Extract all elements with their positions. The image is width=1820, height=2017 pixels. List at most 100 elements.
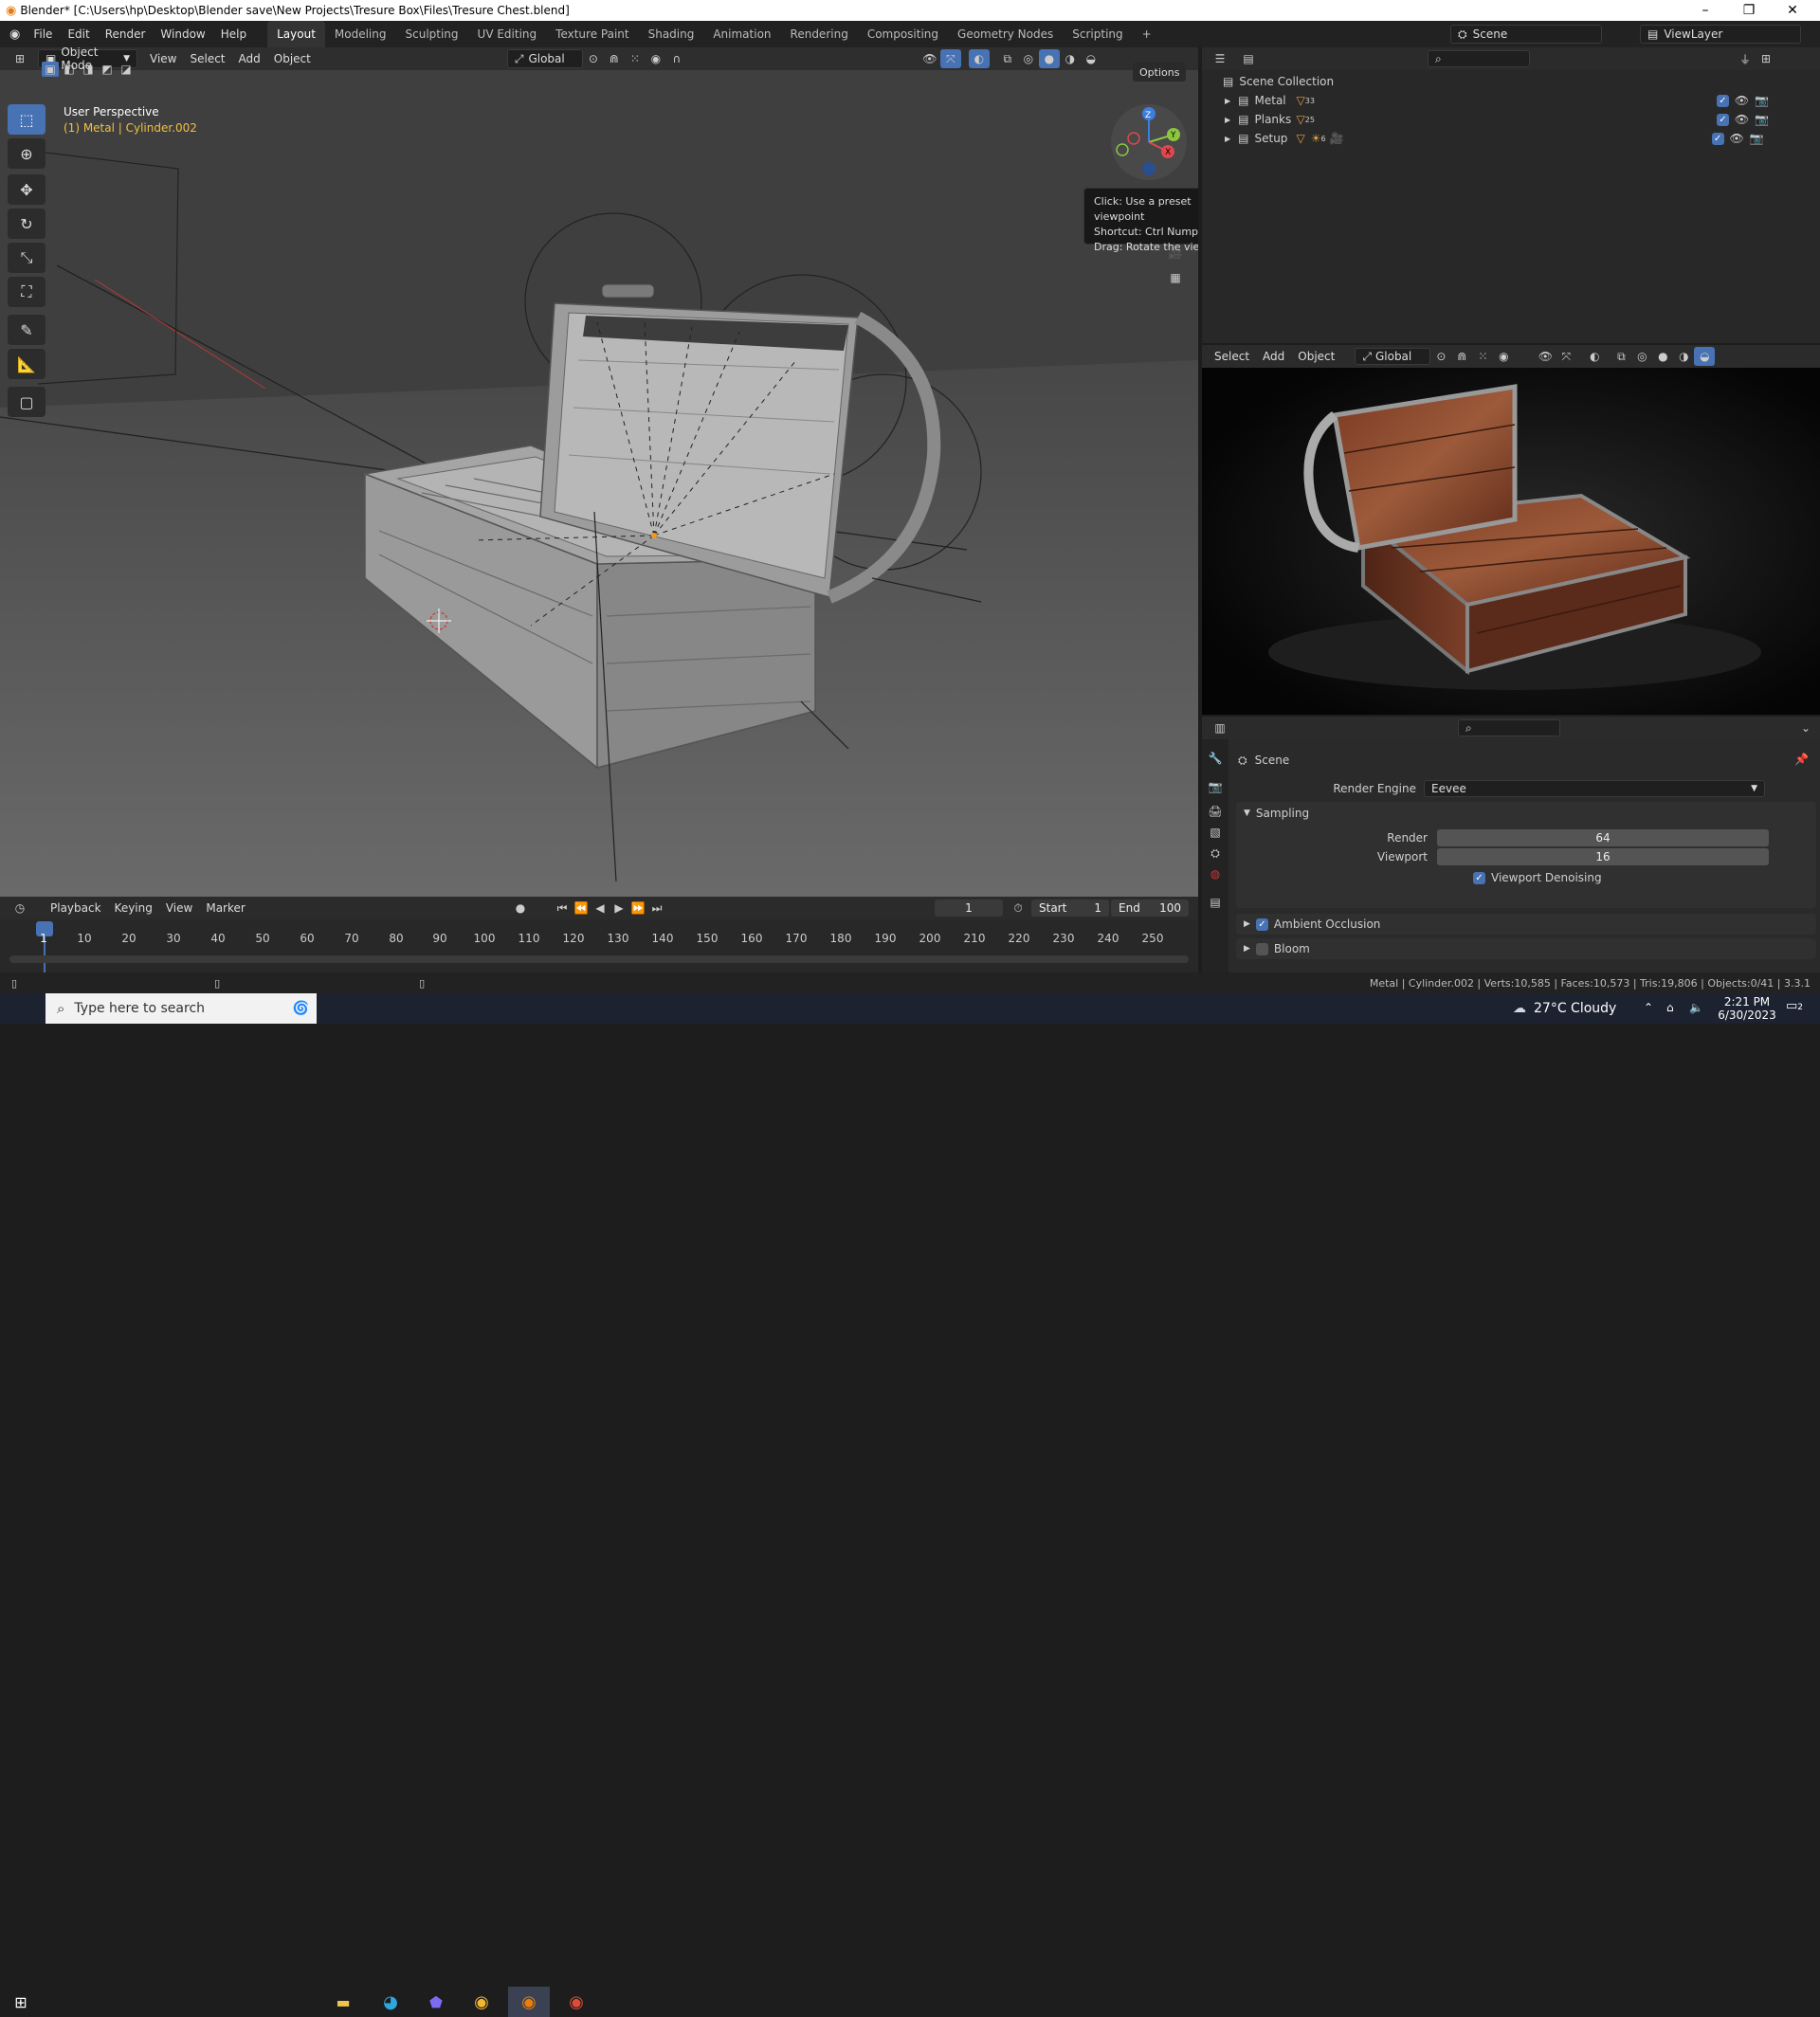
chrome-canary-button[interactable]: ◉ bbox=[461, 1987, 502, 2017]
move-tool[interactable]: ✥ bbox=[8, 174, 46, 205]
scene-tab-icon[interactable]: ⛭ bbox=[1205, 844, 1226, 863]
outliner-item-metal[interactable]: ▶ ▤ Metal ▽ 33 ✓ 👁 📷 bbox=[1202, 91, 1820, 110]
material-shading-icon[interactable]: ◑ bbox=[1060, 49, 1081, 68]
bloom-checkbox[interactable] bbox=[1255, 942, 1268, 955]
rendered-shading-icon[interactable]: ◒ bbox=[1081, 49, 1101, 68]
tab-scripting[interactable]: Scripting bbox=[1063, 21, 1132, 47]
filter-icon[interactable]: ⏚ bbox=[1735, 49, 1756, 68]
start-frame-field[interactable]: Start 1 bbox=[1031, 899, 1109, 917]
prev-keyframe-icon[interactable]: ⏪ bbox=[571, 899, 592, 918]
viewlayer-selector[interactable]: ▤ ViewLayer bbox=[1640, 25, 1801, 44]
outliner-item-planks[interactable]: ▶ ▤ Planks ▽ 25 ✓ 👁 📷 bbox=[1202, 110, 1820, 129]
tool-tab-icon[interactable]: 🔧 bbox=[1205, 749, 1226, 768]
overlay-toggle-icon[interactable]: ◐ bbox=[968, 49, 990, 68]
menu-view[interactable]: View bbox=[143, 49, 183, 68]
minimize-button[interactable]: – bbox=[1684, 0, 1727, 21]
material-shading-icon[interactable]: ◑ bbox=[1673, 347, 1694, 366]
pivot-icon[interactable]: ⊙ bbox=[583, 49, 604, 68]
end-frame-field[interactable]: End 100 bbox=[1111, 899, 1189, 917]
tab-layout[interactable]: Layout bbox=[267, 21, 325, 47]
snap-grid-icon[interactable]: ⁙ bbox=[1472, 347, 1493, 366]
view-layer-tab-icon[interactable]: ▧ bbox=[1205, 823, 1226, 842]
notifications-button[interactable]: ▭2 bbox=[1786, 999, 1803, 1013]
render-menu-object[interactable]: Object bbox=[1291, 347, 1341, 366]
wireframe-shading-icon[interactable]: ◎ bbox=[1018, 49, 1039, 68]
menu-select[interactable]: Select bbox=[183, 49, 231, 68]
current-frame-field[interactable]: 1 bbox=[935, 899, 1003, 917]
render-menu-select[interactable]: Select bbox=[1208, 347, 1256, 366]
gizmo-toggle-icon[interactable]: ⤧ bbox=[1556, 347, 1576, 366]
rotate-tool[interactable]: ↻ bbox=[8, 209, 46, 239]
bloom-panel[interactable]: ▶ Bloom bbox=[1236, 938, 1816, 959]
auto-key-icon[interactable]: ● bbox=[510, 899, 531, 918]
menu-marker[interactable]: Marker bbox=[199, 899, 251, 918]
blender-taskbar-button[interactable]: ◉ bbox=[508, 1987, 550, 2017]
measure-tool[interactable]: 📐 bbox=[8, 349, 46, 379]
tab-modeling[interactable]: Modeling bbox=[325, 21, 396, 47]
menu-render[interactable]: Render bbox=[98, 27, 154, 41]
xray-icon[interactable]: ⧉ bbox=[1611, 347, 1631, 366]
play-icon[interactable]: ▶ bbox=[609, 899, 629, 918]
pin-icon[interactable]: 📌 bbox=[1794, 753, 1809, 766]
render-menu-add[interactable]: Add bbox=[1256, 347, 1291, 366]
eye-icon[interactable]: 👁 bbox=[1735, 113, 1749, 126]
properties-options-icon[interactable]: ⌄ bbox=[1795, 718, 1816, 737]
falloff-icon[interactable]: ∩ bbox=[666, 49, 687, 68]
snap-icon[interactable]: ⋒ bbox=[604, 49, 625, 68]
proportional-icon[interactable]: ◉ bbox=[646, 49, 666, 68]
ortho-toggle-icon[interactable]: ▦ bbox=[1165, 268, 1186, 287]
timeline-scrollbar[interactable] bbox=[9, 955, 1189, 963]
properties-search-input[interactable]: ⌕ bbox=[1458, 719, 1560, 736]
menu-keying[interactable]: Keying bbox=[108, 899, 159, 918]
exclude-checkbox[interactable]: ✓ bbox=[1716, 113, 1729, 126]
app-button[interactable]: ⬟ bbox=[415, 1987, 457, 2017]
eye-icon[interactable]: 👁 bbox=[1735, 94, 1749, 107]
weather-widget[interactable]: ☁ 27°C Cloudy bbox=[1513, 993, 1616, 1024]
tab-uv-editing[interactable]: UV Editing bbox=[468, 21, 547, 47]
network-icon[interactable]: ⌂ bbox=[1666, 1001, 1674, 1014]
visibility-icon[interactable]: 👁 bbox=[919, 49, 940, 68]
pivot-icon[interactable]: ⊙ bbox=[1430, 347, 1451, 366]
wireframe-shading-icon[interactable]: ◎ bbox=[1631, 347, 1652, 366]
render-orientation-dropdown[interactable]: ⤢ Global bbox=[1355, 348, 1431, 365]
camera-icon[interactable]: 📷 bbox=[1750, 132, 1764, 145]
menu-add[interactable]: Add bbox=[232, 49, 267, 68]
camera-icon[interactable]: 📷 bbox=[1755, 113, 1769, 126]
snap-icon[interactable]: ⋒ bbox=[1451, 347, 1472, 366]
eye-icon[interactable]: 👁 bbox=[1730, 132, 1744, 145]
visibility-icon[interactable]: 👁 bbox=[1535, 347, 1556, 366]
tab-sculpting[interactable]: Sculpting bbox=[396, 21, 468, 47]
file-explorer-button[interactable]: ▬ bbox=[322, 1987, 364, 2017]
snap-grid-icon[interactable]: ⁙ bbox=[625, 49, 646, 68]
solid-shading-icon[interactable]: ● bbox=[1652, 347, 1673, 366]
overlay-toggle-icon[interactable]: ◐ bbox=[1584, 347, 1605, 366]
annotate-tool[interactable]: ✎ bbox=[8, 315, 46, 345]
tab-texture-paint[interactable]: Texture Paint bbox=[546, 21, 638, 47]
orientation-dropdown[interactable]: ⤢ Global bbox=[506, 49, 583, 68]
world-tab-icon[interactable]: ◍ bbox=[1205, 864, 1226, 883]
scene-selector[interactable]: ⛭ Scene bbox=[1450, 25, 1602, 44]
menu-object[interactable]: Object bbox=[267, 49, 318, 68]
outliner-search-input[interactable]: ⌕ bbox=[1428, 50, 1530, 67]
new-collection-icon[interactable]: ⊞ bbox=[1756, 49, 1776, 68]
tab-geometry-nodes[interactable]: Geometry Nodes bbox=[948, 21, 1063, 47]
select-new-icon[interactable]: ▣ bbox=[42, 62, 59, 77]
editor-type-icon[interactable]: ⊞ bbox=[9, 49, 30, 68]
viewport-denoising-checkbox[interactable]: ✓ bbox=[1473, 871, 1485, 884]
chrome-button[interactable]: ◉ bbox=[555, 1987, 597, 2017]
close-button[interactable]: ✕ bbox=[1771, 0, 1814, 21]
rendered-shading-icon[interactable]: ◒ bbox=[1694, 347, 1716, 366]
render-samples-field[interactable]: 64 bbox=[1437, 829, 1769, 846]
exclude-checkbox[interactable]: ✓ bbox=[1716, 94, 1729, 107]
menu-timeline-view[interactable]: View bbox=[159, 899, 199, 918]
stopwatch-icon[interactable]: ⏱ bbox=[1008, 899, 1028, 918]
camera-icon[interactable]: 📷 bbox=[1755, 94, 1769, 107]
proportional-icon[interactable]: ◉ bbox=[1493, 347, 1514, 366]
render-engine-dropdown[interactable]: Eevee ▼ bbox=[1424, 780, 1765, 797]
tab-shading[interactable]: Shading bbox=[639, 21, 704, 47]
ambient-occlusion-panel[interactable]: ▶ ✓ Ambient Occlusion bbox=[1236, 914, 1816, 935]
gizmo-toggle-icon[interactable]: ⤧ bbox=[939, 49, 961, 68]
sampling-header[interactable]: ▼ Sampling bbox=[1236, 804, 1816, 823]
speaker-icon[interactable]: 🔈 bbox=[1689, 1001, 1703, 1014]
ambient-occlusion-checkbox[interactable]: ✓ bbox=[1255, 918, 1268, 931]
